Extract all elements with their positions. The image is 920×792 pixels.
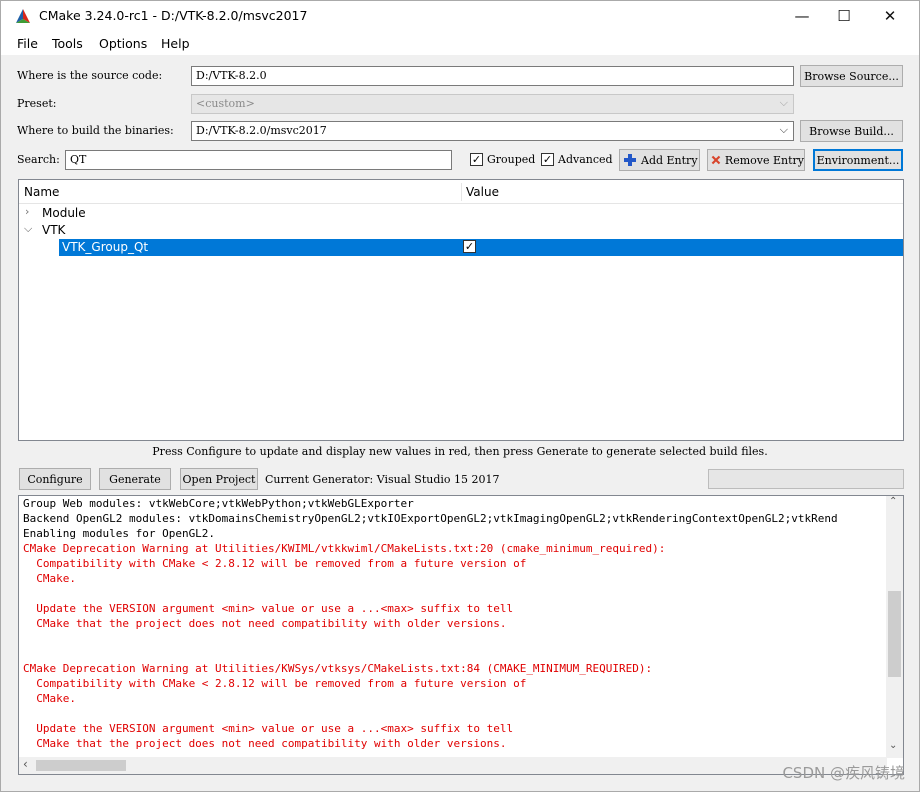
log-line: CMake. xyxy=(23,692,76,705)
maximize-button[interactable]: ☐ xyxy=(821,1,867,31)
cmake-window: CMake 3.24.0-rc1 - D:/VTK-8.2.0/msvc2017… xyxy=(0,0,920,792)
log-line: CMake that the project does not need com… xyxy=(23,617,507,630)
horizontal-scrollbar-thumb[interactable] xyxy=(36,760,126,771)
horizontal-scrollbar[interactable]: ‹ xyxy=(19,757,887,774)
check-icon: ✓ xyxy=(471,153,482,166)
log-line: CMake Deprecation Warning at Utilities/K… xyxy=(23,662,653,675)
tree-item-label: VTK_Group_Qt xyxy=(62,240,149,254)
window-title: CMake 3.24.0-rc1 - D:/VTK-8.2.0/msvc2017 xyxy=(39,8,308,23)
chevron-down-icon: ⌵ xyxy=(779,96,788,109)
log-line: CMake Deprecation Warning at Utilities/K… xyxy=(23,542,666,555)
log-line: Enabling modules for OpenGL2. xyxy=(23,527,216,540)
scroll-down-arrow-icon[interactable]: ⌄ xyxy=(889,740,897,751)
tree-header: Name Value xyxy=(19,180,903,204)
log-line: Update the VERSION argument <min> value … xyxy=(23,602,514,615)
chevron-down-icon[interactable]: ⌵ xyxy=(24,222,32,236)
output-log[interactable]: Group Web modules: vtkWebCore;vtkWebPyth… xyxy=(18,495,904,775)
advanced-checkbox[interactable]: ✓ xyxy=(541,153,554,166)
environment-button[interactable]: Environment... xyxy=(813,149,903,171)
grouped-label: Grouped xyxy=(487,153,536,166)
check-icon: ✓ xyxy=(542,153,553,166)
log-line: CMake. xyxy=(23,572,76,585)
preset-label: Preset: xyxy=(17,97,57,110)
minimize-button[interactable]: — xyxy=(779,1,825,31)
browse-build-button[interactable]: Browse Build... xyxy=(800,120,903,142)
remove-entry-label: Remove Entry xyxy=(724,153,804,167)
tree-item-label: Module xyxy=(42,206,86,220)
cmake-logo-icon xyxy=(16,9,30,23)
watermark: CSDN @疾风铸境 xyxy=(782,764,905,782)
tree-row-module[interactable]: › Module xyxy=(19,205,903,222)
add-entry-label: Add Entry xyxy=(641,153,698,167)
grouped-checkbox[interactable]: ✓ xyxy=(470,153,483,166)
plus-icon xyxy=(624,154,636,166)
title-bar: CMake 3.24.0-rc1 - D:/VTK-8.2.0/msvc2017… xyxy=(1,1,919,31)
build-path-value: D:/VTK-8.2.0/msvc2017 xyxy=(196,124,327,137)
source-path-input[interactable]: D:/VTK-8.2.0 xyxy=(191,66,794,86)
remove-entry-button[interactable]: Remove Entry xyxy=(707,149,805,171)
progress-bar xyxy=(708,469,904,489)
value-checkbox[interactable]: ✓ xyxy=(463,240,476,253)
menu-help[interactable]: Help xyxy=(161,36,190,51)
generate-button[interactable]: Generate xyxy=(99,468,171,490)
log-line: Backend OpenGL2 modules: vtkDomainsChemi… xyxy=(23,512,838,525)
log-line: Compatibility with CMake < 2.8.12 will b… xyxy=(23,677,527,690)
build-path-combo[interactable]: D:/VTK-8.2.0/msvc2017 ⌵ xyxy=(191,121,794,141)
cache-entries-tree[interactable]: Name Value › Module ⌵ VTK VTK_Group_Qt ✓ xyxy=(18,179,904,441)
search-input[interactable]: QT xyxy=(65,150,452,170)
log-line: Group Web modules: vtkWebCore;vtkWebPyth… xyxy=(23,497,414,510)
tree-row-vtk-group-qt[interactable]: VTK_Group_Qt ✓ xyxy=(59,239,903,256)
preset-value: <custom> xyxy=(196,97,255,110)
vertical-scrollbar-thumb[interactable] xyxy=(888,591,901,677)
remove-x-icon xyxy=(711,155,721,165)
vertical-scrollbar[interactable]: ⌃ ⌄ xyxy=(886,496,903,758)
build-label: Where to build the binaries: xyxy=(17,124,174,137)
log-line: Compatibility with CMake < 2.8.12 will b… xyxy=(23,557,527,570)
menu-options[interactable]: Options xyxy=(99,36,147,51)
tree-item-label: VTK xyxy=(42,223,66,237)
column-header-value[interactable]: Value xyxy=(466,185,499,199)
menu-bar: File Tools Options Help xyxy=(1,31,919,55)
check-icon: ✓ xyxy=(464,240,475,253)
menu-file[interactable]: File xyxy=(17,36,38,51)
advanced-label: Advanced xyxy=(558,153,613,166)
chevron-down-icon[interactable]: ⌵ xyxy=(780,123,788,137)
configure-button[interactable]: Configure xyxy=(19,468,91,490)
source-label: Where is the source code: xyxy=(17,69,163,82)
tree-row-vtk[interactable]: ⌵ VTK xyxy=(19,222,903,239)
open-project-button[interactable]: Open Project xyxy=(180,468,258,490)
current-generator-label: Current Generator: Visual Studio 15 2017 xyxy=(265,473,500,486)
browse-source-button[interactable]: Browse Source... xyxy=(800,65,903,87)
menu-tools[interactable]: Tools xyxy=(52,36,83,51)
column-divider[interactable] xyxy=(461,183,462,201)
log-line: Update the VERSION argument <min> value … xyxy=(23,722,514,735)
search-label: Search: xyxy=(17,153,60,166)
column-header-name[interactable]: Name xyxy=(24,185,59,199)
preset-select[interactable]: <custom> ⌵ xyxy=(191,94,794,114)
scroll-left-arrow-icon[interactable]: ‹ xyxy=(23,757,28,771)
status-message: Press Configure to update and display ne… xyxy=(152,445,768,458)
log-line: CMake that the project does not need com… xyxy=(23,737,507,750)
chevron-right-icon[interactable]: › xyxy=(25,205,29,218)
add-entry-button[interactable]: Add Entry xyxy=(619,149,700,171)
close-button[interactable]: ✕ xyxy=(867,1,913,31)
scroll-up-arrow-icon[interactable]: ⌃ xyxy=(889,496,897,507)
